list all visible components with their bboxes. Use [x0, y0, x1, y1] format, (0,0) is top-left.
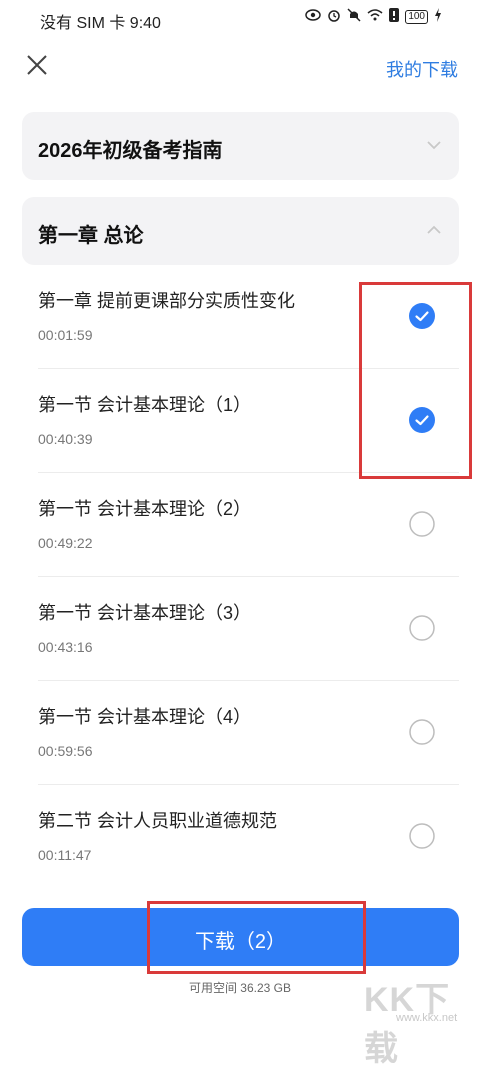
section-chapter-1[interactable]: 第一章 总论	[22, 197, 459, 265]
section-title: 2026年初级备考指南	[38, 140, 223, 162]
checked-circle-icon[interactable]	[409, 303, 435, 329]
lesson-item[interactable]: 第一节 会计基本理论（2） 00:49:22	[22, 473, 459, 577]
section-exam-guide[interactable]: 2026年初级备考指南	[22, 112, 459, 180]
close-icon	[27, 55, 47, 75]
lesson-title: 第一节 会计基本理论（4）	[38, 707, 252, 727]
available-space-text: 可用空间 36.23 GB	[188, 981, 292, 995]
chevron-down-icon	[427, 141, 441, 150]
header: 我的下载	[0, 44, 480, 88]
watermark-url: www.kkx.net	[396, 1012, 458, 1024]
mute-icon	[347, 8, 361, 25]
lesson-title: 第一节 会计基本理论（3）	[38, 603, 252, 623]
lesson-item[interactable]: 第一节 会计基本理论（1） 00:40:39	[22, 369, 459, 473]
lesson-item[interactable]: 第二节 会计人员职业道德规范 00:11:47	[22, 785, 459, 889]
unchecked-circle-icon[interactable]	[409, 823, 435, 849]
lesson-item[interactable]: 第一章 提前更课部分实质性变化 00:01:59	[22, 265, 459, 369]
alarm-icon	[327, 8, 341, 25]
status-left: 没有 SIM 卡 9:40	[40, 9, 161, 33]
lesson-duration: 00:59:56	[38, 743, 93, 759]
status-bar: 没有 SIM 卡 9:40 100	[0, 0, 480, 38]
lesson-item[interactable]: 第一节 会计基本理论（4） 00:59:56	[22, 681, 459, 785]
battery-icon: 100	[405, 9, 428, 24]
lesson-title: 第一节 会计基本理论（1）	[38, 395, 252, 415]
lesson-duration: 00:49:22	[38, 535, 93, 551]
chevron-up-icon	[427, 225, 441, 234]
download-button-label: 下载（2）	[194, 931, 287, 953]
lesson-item[interactable]: 第一节 会计基本理论（3） 00:43:16	[22, 577, 459, 681]
lesson-title: 第二节 会计人员职业道德规范	[38, 811, 277, 831]
lesson-duration: 00:11:47	[38, 847, 92, 863]
wifi-icon	[367, 9, 383, 24]
download-button[interactable]: 下载（2）	[22, 908, 459, 966]
alert-icon	[389, 8, 400, 25]
lesson-duration: 00:40:39	[38, 431, 93, 447]
checked-circle-icon[interactable]	[409, 407, 435, 433]
unchecked-circle-icon[interactable]	[409, 719, 435, 745]
charging-icon	[434, 8, 442, 25]
lesson-title: 第一节 会计基本理论（2）	[38, 499, 252, 519]
my-downloads-link[interactable]: 我的下载	[386, 56, 458, 82]
section-title: 第一章 总论	[38, 225, 144, 247]
status-icons: 100	[305, 8, 442, 25]
lesson-duration: 00:01:59	[38, 327, 93, 343]
lesson-title: 第一章 提前更课部分实质性变化	[38, 291, 295, 311]
lesson-duration: 00:43:16	[38, 639, 93, 655]
carrier-text: 没有 SIM 卡	[40, 15, 126, 32]
clock: 9:40	[129, 15, 161, 32]
unchecked-circle-icon[interactable]	[409, 511, 435, 537]
unchecked-circle-icon[interactable]	[409, 615, 435, 641]
close-button[interactable]	[22, 50, 52, 80]
eye-icon	[305, 9, 322, 24]
